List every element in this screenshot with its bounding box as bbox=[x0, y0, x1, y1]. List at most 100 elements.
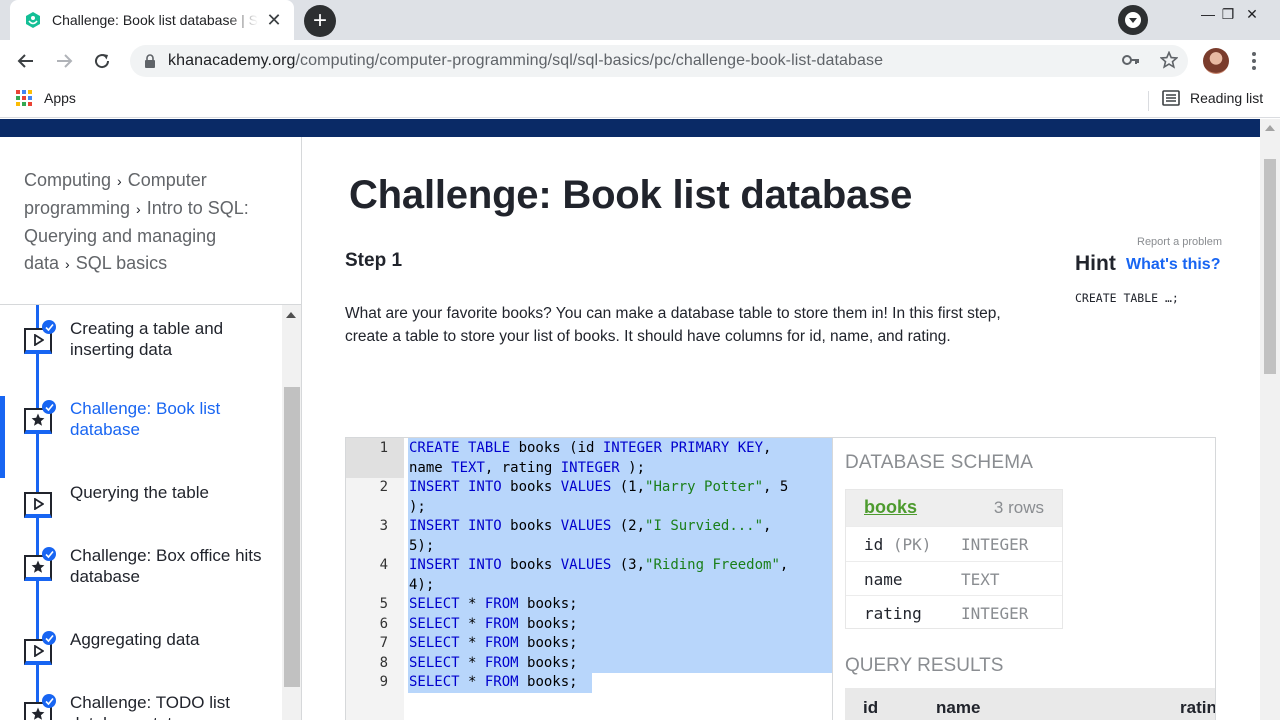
output-panel: DATABASE SCHEMA books 3 rows id (PK) INTE… bbox=[833, 437, 1216, 720]
line-number: 5 bbox=[379, 596, 388, 612]
browser-menu-icon[interactable] bbox=[1244, 49, 1264, 73]
bookmarks-bar: Apps Reading list bbox=[0, 82, 1280, 118]
table-name-link[interactable]: books bbox=[864, 497, 917, 518]
code-token: INTEGER bbox=[560, 459, 620, 476]
sidebar-scrollbar[interactable] bbox=[282, 305, 301, 720]
site-header-band bbox=[0, 119, 1260, 137]
lesson-sidebar: Computing › Computer programming › Intro to … bbox=[0, 137, 302, 720]
code-text: SELECT * FROM books; bbox=[409, 634, 829, 654]
sidebar-scrollbar-thumb[interactable] bbox=[284, 387, 300, 687]
tab-title: Challenge: Book list database | SQL bbox=[52, 12, 258, 28]
results-table-header: id name ratin bbox=[845, 688, 1215, 720]
khan-academy-favicon-icon bbox=[26, 12, 40, 28]
tab-close-icon[interactable]: ✕ bbox=[264, 10, 284, 30]
completed-check-icon bbox=[42, 694, 56, 708]
step-description: What are your favorite books? You can ma… bbox=[345, 305, 1001, 345]
code-text: INSERT INTO books VALUES (2,"I Survied..… bbox=[409, 517, 829, 556]
code-token: SELECT bbox=[409, 635, 460, 651]
code-editor[interactable]: 1 CREATE TABLE books (id INTEGER PRIMARY … bbox=[345, 437, 833, 720]
download-icon[interactable] bbox=[1118, 5, 1148, 35]
line-number: 1 bbox=[379, 440, 388, 456]
schema-column-row: name TEXT bbox=[846, 560, 1062, 595]
reading-list-button[interactable]: Reading list bbox=[1162, 90, 1263, 106]
code-token: , rating bbox=[484, 459, 561, 476]
line-number: 7 bbox=[379, 635, 388, 651]
code-token: FROM bbox=[484, 616, 519, 632]
code-token: "Harry Potter" bbox=[645, 479, 764, 495]
primary-key-badge: (PK) bbox=[892, 535, 932, 554]
apps-bookmark[interactable]: Apps bbox=[16, 90, 76, 106]
code-token: CREATE TABLE bbox=[409, 440, 519, 456]
code-token: SELECT bbox=[409, 655, 460, 671]
breadcrumb-sql-basics[interactable]: SQL basics bbox=[76, 253, 167, 273]
column-name: rating bbox=[864, 604, 922, 623]
code-token: "Riding Freedom" bbox=[645, 557, 780, 573]
breadcrumb: Computing › Computer programming › Intro to … bbox=[24, 167, 286, 278]
code-token: books bbox=[510, 518, 561, 534]
code-text: CREATE TABLE books (id INTEGER PRIMARY K… bbox=[409, 439, 829, 478]
row-count: 3 rows bbox=[993, 498, 1044, 517]
page-scrollbar-thumb[interactable] bbox=[1264, 159, 1276, 374]
lock-icon bbox=[145, 54, 155, 68]
bookmark-star-icon[interactable] bbox=[1159, 50, 1179, 74]
hint-heading: Hint bbox=[1075, 252, 1116, 275]
step-heading: Step 1 bbox=[345, 250, 403, 271]
column-type: INTEGER bbox=[961, 535, 1029, 554]
code-token: books bbox=[510, 479, 561, 495]
column-type: INTEGER bbox=[961, 604, 1029, 623]
sidebar-scroll-up-icon[interactable] bbox=[286, 312, 296, 318]
sidebar-lesson-label: Challenge: TODO list database stats bbox=[70, 693, 230, 720]
database-schema-heading: DATABASE SCHEMA bbox=[845, 452, 1034, 473]
chevron-right-icon: › bbox=[65, 256, 70, 272]
window-close-icon[interactable]: ✕ bbox=[1232, 0, 1272, 28]
column-name: name bbox=[864, 569, 903, 589]
profile-avatar[interactable] bbox=[1203, 48, 1229, 74]
browser-tab[interactable]: Challenge: Book list database | SQL ✕ bbox=[10, 0, 294, 40]
line-number: 9 bbox=[379, 674, 388, 690]
new-tab-button[interactable]: + bbox=[304, 5, 336, 37]
sidebar-lesson-label: Querying the table bbox=[70, 483, 209, 502]
code-token: * bbox=[459, 596, 485, 612]
code-token: SELECT bbox=[409, 674, 460, 690]
bookmarks-separator bbox=[1148, 91, 1149, 111]
sidebar-lesson-label: Challenge: Book list database bbox=[70, 399, 221, 439]
line-number: 6 bbox=[379, 616, 388, 632]
results-column-header: id bbox=[863, 698, 879, 717]
scroll-up-arrow-icon[interactable] bbox=[1265, 125, 1275, 131]
code-token: INSERT INTO bbox=[409, 557, 511, 573]
column-name: id (PK) bbox=[864, 535, 932, 554]
code-token: ); bbox=[619, 459, 646, 476]
chevron-right-icon: › bbox=[117, 173, 122, 189]
key-icon[interactable] bbox=[1122, 53, 1140, 72]
completed-check-icon bbox=[42, 631, 56, 645]
address-bar[interactable]: khanacademy.org/computing/computer-progr… bbox=[130, 45, 1188, 77]
code-token: books; bbox=[518, 674, 578, 690]
play-icon bbox=[24, 492, 52, 518]
page-scrollbar[interactable] bbox=[1260, 119, 1280, 720]
back-arrow-icon[interactable] bbox=[12, 47, 40, 75]
report-problem-link[interactable]: Report a problem bbox=[1137, 236, 1222, 248]
code-token: * bbox=[459, 674, 485, 690]
code-token: (3, bbox=[611, 557, 646, 573]
reading-list-icon bbox=[1162, 90, 1180, 106]
line-number: 3 bbox=[379, 518, 388, 534]
code-token: SELECT bbox=[409, 596, 460, 612]
code-text: SELECT * FROM books; bbox=[409, 615, 829, 635]
column-type: TEXT bbox=[961, 569, 1000, 589]
line-number: 2 bbox=[379, 479, 388, 495]
whats-this-link[interactable]: What's this? bbox=[1126, 256, 1220, 274]
code-text: INSERT INTO books VALUES (1,"Harry Potte… bbox=[409, 478, 829, 517]
sidebar-lesson-label: Challenge: Box office hits database bbox=[70, 546, 262, 586]
completed-check-icon bbox=[42, 400, 56, 414]
code-token: FROM bbox=[484, 655, 519, 671]
code-token: FROM bbox=[484, 674, 519, 690]
code-token: TEXT bbox=[451, 459, 485, 476]
tab-strip: Challenge: Book list database | SQL ✕ + … bbox=[0, 0, 1280, 40]
code-token: SELECT bbox=[409, 616, 460, 632]
forward-arrow-icon[interactable] bbox=[50, 47, 78, 75]
breadcrumb-computing[interactable]: Computing bbox=[24, 170, 111, 190]
code-token: VALUES bbox=[560, 557, 612, 573]
schema-table-header: books 3 rows bbox=[846, 490, 1062, 526]
code-token: books bbox=[510, 557, 561, 573]
reload-icon[interactable] bbox=[88, 47, 116, 75]
